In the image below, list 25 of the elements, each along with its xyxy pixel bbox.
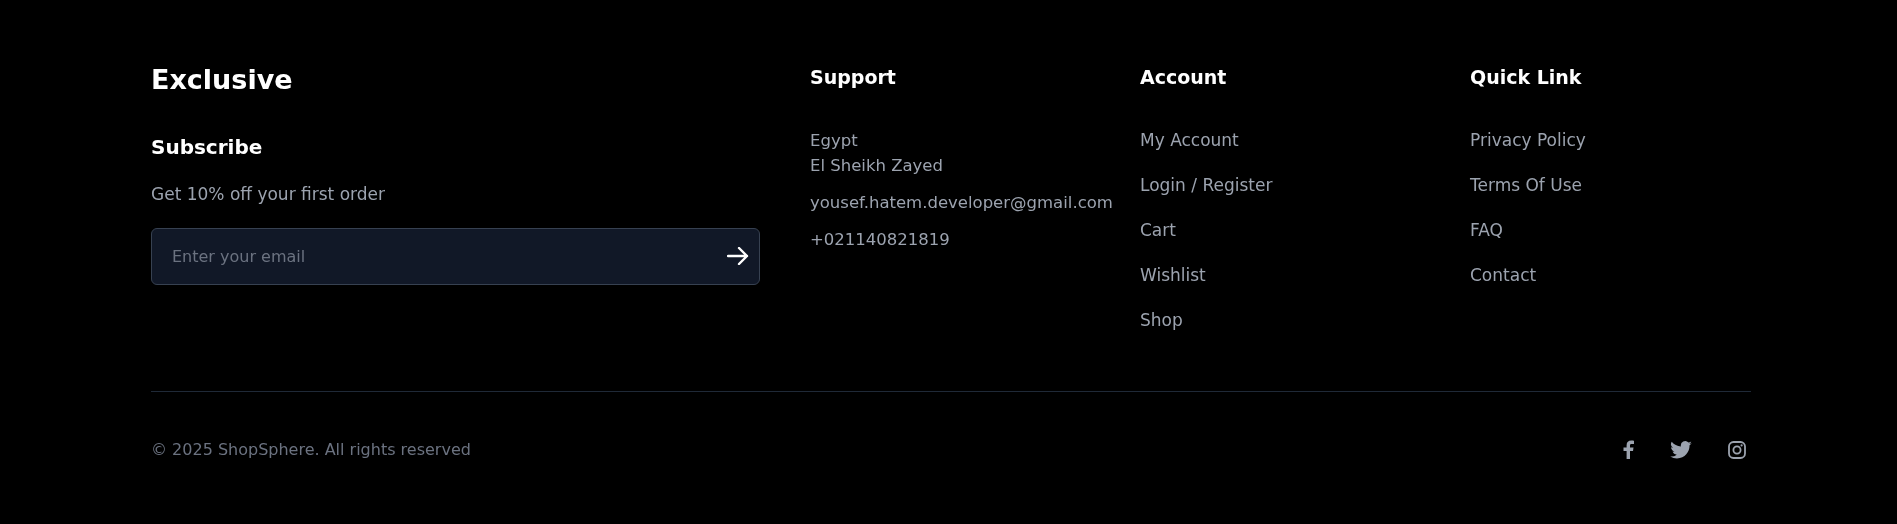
offer-text: Get 10% off your first order	[151, 183, 386, 206]
column-heading: Account	[1140, 65, 1228, 90]
footer-link[interactable]: My Account	[1140, 128, 1239, 153]
arrow-right-icon[interactable]	[727, 247, 749, 265]
footer-link[interactable]: Wishlist	[1140, 263, 1206, 288]
footer-link[interactable]: Privacy Policy	[1470, 128, 1586, 153]
subscribe-heading: Subscribe	[151, 134, 264, 160]
column-heading: Support	[810, 65, 897, 90]
contact-text: Egypt	[810, 130, 859, 152]
bird-icon[interactable]	[1670, 440, 1692, 459]
instagram-icon[interactable]	[1728, 440, 1746, 459]
copyright-text: © 2025 ShopSphere. All rights reserved	[151, 440, 471, 459]
email-field[interactable]: Enter your email	[151, 228, 760, 285]
footer-link[interactable]: Login / Register	[1140, 173, 1273, 198]
footer-link[interactable]: Contact	[1470, 263, 1537, 288]
column-heading: Quick Link	[1470, 65, 1583, 90]
footer-link[interactable]: Terms Of Use	[1470, 173, 1582, 198]
contact-text: +021140821819	[810, 229, 951, 251]
brand-title: Exclusive	[151, 63, 294, 97]
contact-text: yousef.hatem.developer@gmail.com	[810, 192, 1114, 214]
contact-text: El Sheikh Zayed	[810, 155, 944, 177]
facebook-icon[interactable]	[1623, 440, 1634, 459]
footer-link[interactable]: FAQ	[1470, 218, 1503, 243]
footer-link[interactable]: Cart	[1140, 218, 1176, 243]
footer-link[interactable]: Shop	[1140, 308, 1183, 333]
